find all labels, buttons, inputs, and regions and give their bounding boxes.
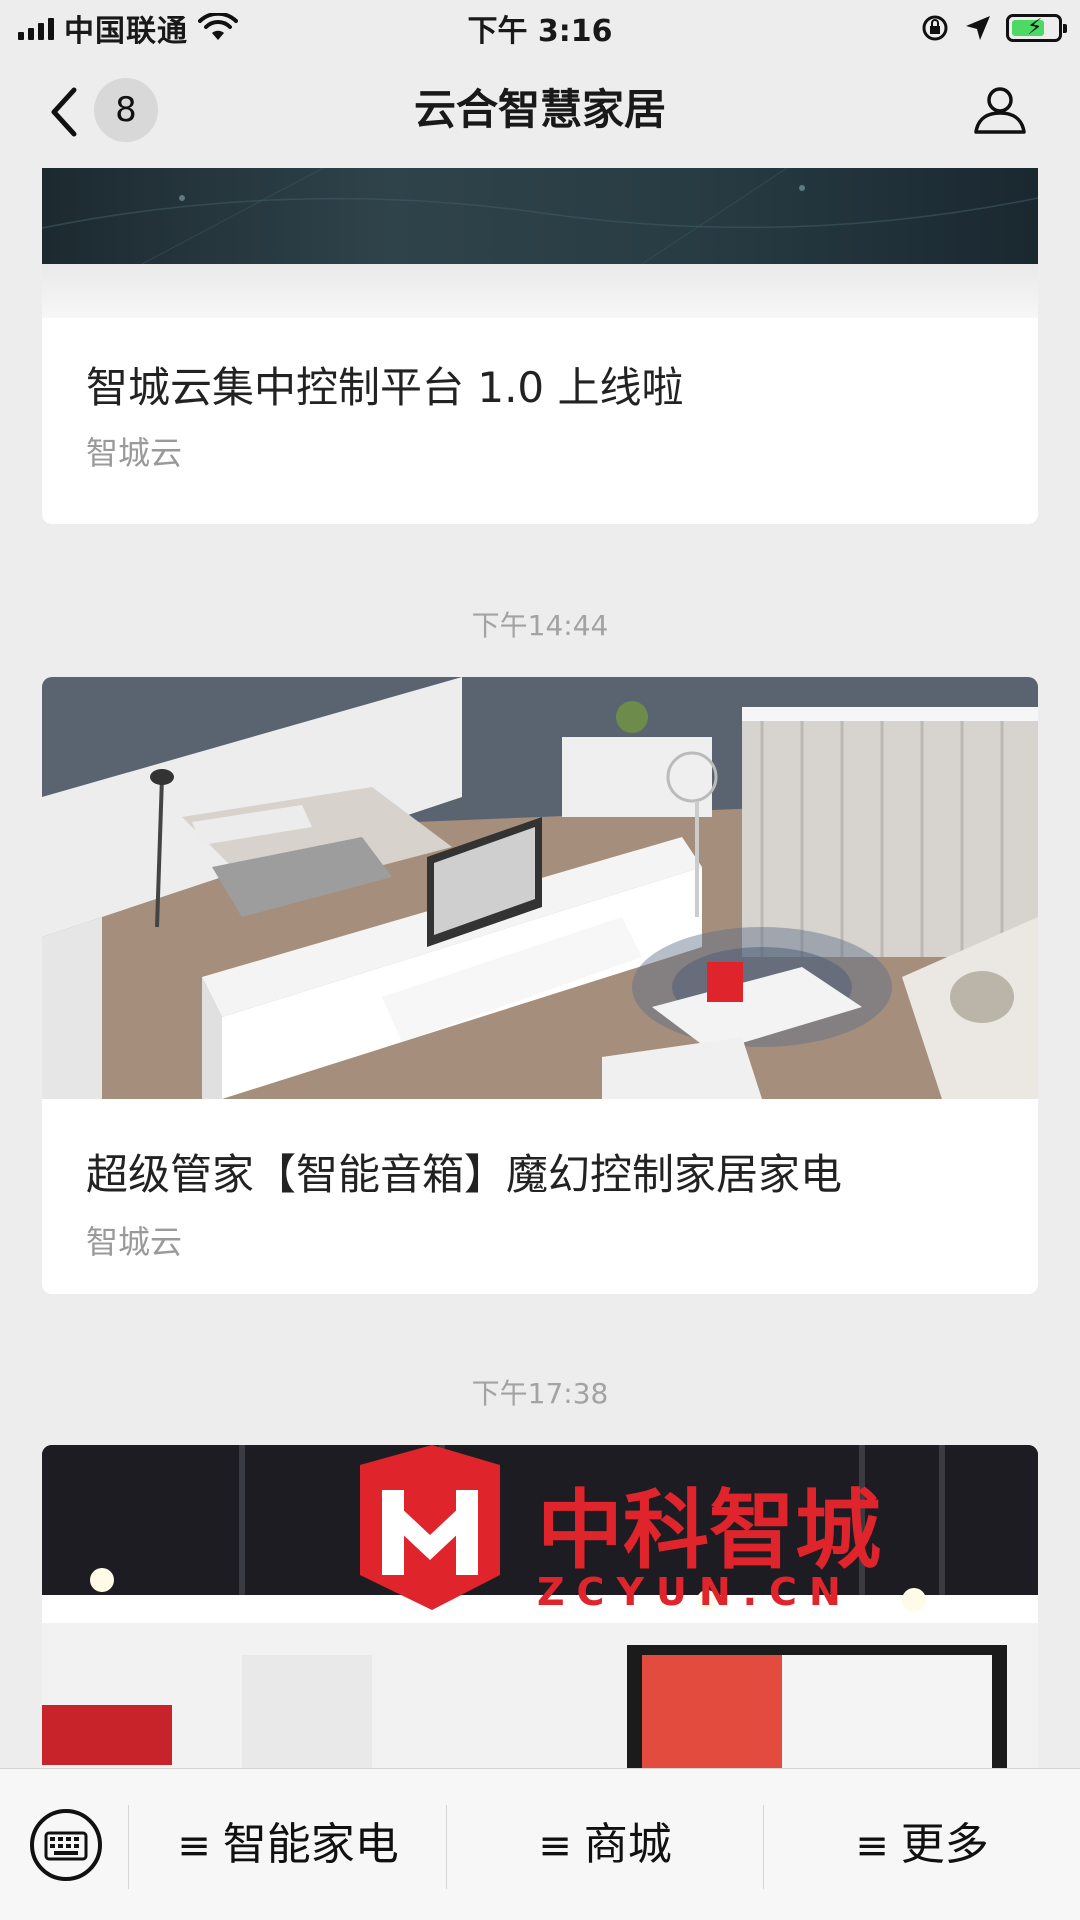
message-timestamp: 下午14:44: [471, 609, 609, 642]
article-cover-image: 中科智城 ZCYUN.CN: [42, 1445, 1038, 1768]
status-bar: 中国联通 下午 3:16 ⚡: [0, 0, 1080, 54]
smart-home-room-illustration: [42, 677, 1038, 1099]
profile-icon[interactable]: [972, 82, 1028, 138]
menu-item-shop[interactable]: ≡ 商城: [447, 1769, 763, 1920]
article-card[interactable]: 超级管家【智能音箱】魔幻控制家居家电 智城云: [42, 677, 1038, 1294]
booth-sign-text: 中科智城: [537, 1481, 881, 1581]
menu-list-icon: ≡: [538, 1823, 572, 1869]
menu-item-label: 商城: [583, 1819, 672, 1870]
article-feed[interactable]: 智城云集中控制平台 1.0 上线啦 智城云 下午14:44 超级管家【智能音箱】…: [0, 168, 1080, 1768]
navigation-bar: 8 云合智慧家居: [0, 54, 1080, 168]
message-timestamp: 下午17:38: [471, 1377, 609, 1410]
wechat-official-account-page: 中国联通 下午 3:16 ⚡ 8 云合智慧家居 智城云集中控制平台 1.0 上线…: [0, 0, 1080, 1920]
menu-item-label: 更多: [900, 1819, 989, 1870]
article-title: 智城云集中控制平台 1.0 上线啦: [86, 363, 684, 412]
booth-sign-domain: ZCYUN.CN: [537, 1570, 853, 1614]
bottom-menu-bar: ≡ 智能家电 ≡ 商城 ≡ 更多: [0, 1768, 1080, 1920]
battery-icon: ⚡: [1006, 14, 1067, 42]
image-fade: [42, 264, 1038, 318]
article-cover-image: [42, 677, 1038, 1099]
menu-item-label: 智能家电: [222, 1819, 399, 1870]
menu-divider: [128, 1805, 129, 1889]
menu-item-smart-appliances[interactable]: ≡ 智能家电: [130, 1769, 446, 1920]
article-card[interactable]: 智城云集中控制平台 1.0 上线啦 智城云: [42, 168, 1038, 524]
article-source: 智城云: [86, 1223, 183, 1261]
article-source: 智城云: [86, 434, 183, 472]
menu-list-icon: ≡: [177, 1823, 211, 1869]
article-cover-image: [42, 168, 1038, 264]
menu-item-more[interactable]: ≡ 更多: [764, 1769, 1080, 1920]
status-bar-right: ⚡: [920, 10, 1067, 46]
menu-list-icon: ≡: [855, 1823, 889, 1869]
location-arrow-icon: [966, 16, 990, 40]
rotation-lock-icon: [922, 15, 948, 41]
exhibition-booth-photo: 中科智城 ZCYUN.CN: [42, 1445, 1038, 1768]
page-title: 云合智慧家居: [413, 85, 666, 134]
article-card[interactable]: 中科智城 ZCYUN.CN: [42, 1445, 1038, 1768]
status-time: 下午 3:16: [467, 14, 613, 49]
keyboard-icon[interactable]: [28, 1807, 104, 1883]
article-title: 超级管家【智能音箱】魔幻控制家居家电: [86, 1150, 843, 1199]
